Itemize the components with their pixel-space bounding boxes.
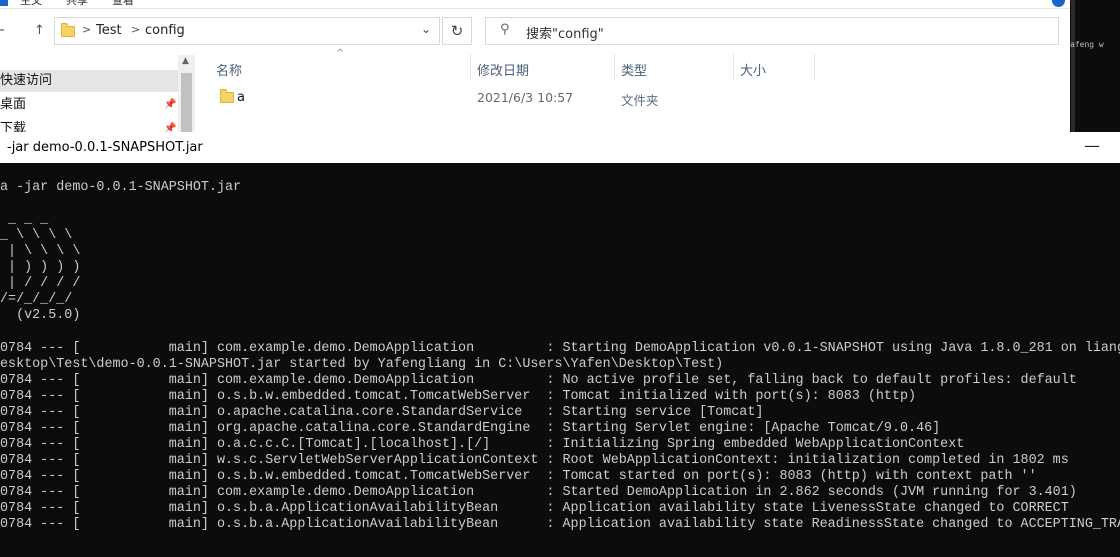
search-icon: ⚲ <box>500 22 510 37</box>
console-line: 0784 --- [ main] com.example.demo.DemoAp… <box>0 373 1077 388</box>
search-input[interactable]: ⚲ 搜索"config" <box>485 17 1059 45</box>
background-window-text: afeng w <box>1070 40 1104 49</box>
console-line: | / / / / <box>0 276 81 291</box>
column-divider[interactable] <box>614 54 615 80</box>
column-header-type[interactable]: 类型 <box>621 60 647 79</box>
breadcrumb-config[interactable]: config <box>145 23 185 38</box>
chevron-right-icon[interactable]: > <box>131 23 140 36</box>
nav-item-label: 桌面 <box>0 97 27 112</box>
pin-icon: 📌 <box>164 123 177 132</box>
help-icon[interactable] <box>1052 0 1065 7</box>
navigation-pane: 快速访问 桌面 📌 下载 📌 ▲ <box>0 55 195 132</box>
ribbon-tab-home[interactable]: 主文 <box>20 0 42 8</box>
window-border <box>1071 0 1075 132</box>
console-line: a -jar demo-0.0.1-SNAPSHOT.jar <box>0 180 242 195</box>
background-window-edge: afeng w <box>1070 0 1120 132</box>
console-line: esktop\Test\demo-0.0.1-SNAPSHOT.jar star… <box>0 357 724 372</box>
breadcrumb-test[interactable]: Test <box>96 23 122 38</box>
console-line: 0784 --- [ main] w.s.c.ServletWebServerA… <box>0 453 1069 468</box>
search-placeholder: 搜索"config" <box>526 27 604 42</box>
explorer-window: 主文 共享 查看 ← ↑ > Test > config ⌄ ↻ ⚲ 搜索"co… <box>0 0 1070 132</box>
nav-pane-scrollbar[interactable]: ▲ <box>178 55 195 132</box>
console-line: | \ \ \ \ <box>0 244 81 259</box>
column-header-modified[interactable]: 修改日期 <box>477 60 529 79</box>
console-line: (v2.5.0) <box>0 308 81 323</box>
column-header-size[interactable]: 大小 <box>740 60 766 79</box>
nav-item-downloads[interactable]: 下载 📌 <box>0 118 178 132</box>
console-line: /=/_/_/_/ <box>0 292 73 307</box>
nav-item-label: 下载 <box>0 121 27 132</box>
nav-item-label: 快速访问 <box>0 73 53 88</box>
file-name: a <box>237 90 245 105</box>
console-line: _ _ _ <box>0 212 49 227</box>
minimize-icon[interactable]: — <box>1084 136 1100 155</box>
console-line: 0784 --- [ main] com.example.demo.DemoAp… <box>0 341 1120 356</box>
chevron-right-icon[interactable]: > <box>82 23 91 36</box>
console-line: 0784 --- [ main] o.s.b.w.embedded.tomcat… <box>0 469 1037 484</box>
console-title-bar[interactable]: -jar demo-0.0.1-SNAPSHOT.jar — <box>0 132 1120 163</box>
column-header-name[interactable]: 名称 <box>216 60 242 79</box>
console-line: _ \ \ \ \ <box>0 228 73 243</box>
console-line: 0784 --- [ main] o.s.b.w.embedded.tomcat… <box>0 389 917 404</box>
chevron-down-icon[interactable]: ⌄ <box>421 22 431 36</box>
back-icon[interactable]: ← <box>0 21 5 41</box>
console-title: -jar demo-0.0.1-SNAPSHOT.jar <box>7 140 203 155</box>
file-tab[interactable] <box>0 0 8 6</box>
file-row[interactable]: a 2021/6/3 10:57 文件夹 <box>210 86 810 108</box>
sort-ascending-icon: ^ <box>336 48 345 59</box>
file-type: 文件夹 <box>621 93 659 108</box>
console-output[interactable]: a -jar demo-0.0.1-SNAPSHOT.jar _ _ _ _ \ … <box>0 163 1120 557</box>
column-divider[interactable] <box>733 54 734 80</box>
console-line: 0784 --- [ main] o.a.c.c.C.[Tomcat].[loc… <box>0 437 965 452</box>
console-window: -jar demo-0.0.1-SNAPSHOT.jar — a -jar de… <box>0 132 1120 557</box>
nav-item-quick-access[interactable]: 快速访问 <box>0 70 178 92</box>
scroll-up-icon[interactable]: ▲ <box>182 56 189 66</box>
console-line: 0784 --- [ main] o.s.b.a.ApplicationAvai… <box>0 517 1120 532</box>
navigation-bar: ← ↑ > Test > config ⌄ ↻ ⚲ 搜索"config" <box>0 14 1070 48</box>
up-icon[interactable]: ↑ <box>34 21 45 41</box>
console-line: 0784 --- [ main] o.apache.catalina.core.… <box>0 405 764 420</box>
console-line: 0784 --- [ main] org.apache.catalina.cor… <box>0 421 941 436</box>
file-modified: 2021/6/3 10:57 <box>477 90 574 105</box>
console-line: | ) ) ) ) <box>0 260 81 275</box>
scrollbar-thumb[interactable] <box>181 73 192 132</box>
ribbon-tabs: 主文 共享 查看 <box>0 0 1070 9</box>
nav-item-desktop[interactable]: 桌面 📌 <box>0 94 178 116</box>
folder-icon <box>61 23 75 37</box>
column-divider[interactable] <box>814 54 815 80</box>
console-line: 0784 --- [ main] com.example.demo.DemoAp… <box>0 485 1077 500</box>
ribbon-tab-share[interactable]: 共享 <box>66 0 88 8</box>
console-line: 0784 --- [ main] o.s.b.a.ApplicationAvai… <box>0 501 1069 516</box>
pin-icon: 📌 <box>164 99 177 110</box>
folder-icon <box>220 89 234 103</box>
address-bar[interactable]: > Test > config ⌄ <box>54 17 440 45</box>
refresh-button[interactable]: ↻ <box>442 17 472 45</box>
column-divider[interactable] <box>470 54 471 80</box>
ribbon-tab-view[interactable]: 查看 <box>112 0 134 8</box>
